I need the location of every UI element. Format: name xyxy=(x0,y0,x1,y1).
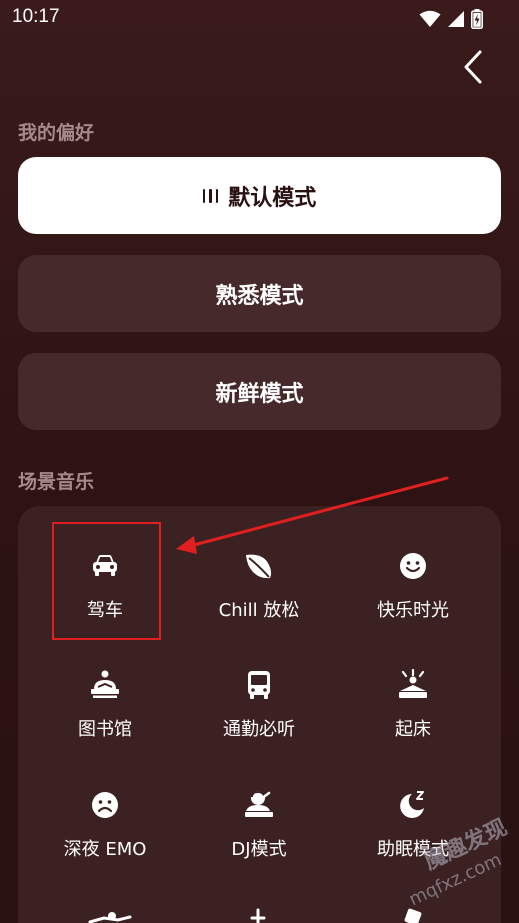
scene-item-dj-mode[interactable]: DJ模式 xyxy=(184,789,334,899)
dj-icon xyxy=(245,790,273,817)
familiar-mode-label: 熟悉模式 xyxy=(215,283,304,309)
smile-icon xyxy=(400,553,426,579)
scene-item-library[interactable]: 图书馆 xyxy=(30,669,180,779)
leaf-icon xyxy=(246,554,272,579)
scene-label: Chill 放松 xyxy=(218,600,300,621)
scene-item-commute[interactable]: 通勤必听 xyxy=(184,669,334,779)
scene-label: DJ模式 xyxy=(231,839,287,860)
moon-sleep-icon xyxy=(400,791,424,818)
scene-item-sleep-aid[interactable]: 助眠模式 xyxy=(338,789,488,899)
preferences-section-title: 我的偏好 xyxy=(18,122,95,144)
default-mode-label: 默认模式 xyxy=(228,185,317,211)
scene-item-wake-up[interactable]: 起床 xyxy=(338,669,488,779)
fresh-mode-button[interactable]: 新鲜模式 xyxy=(18,353,501,430)
scene-label: 起床 xyxy=(395,719,431,740)
scene-item-late-night-emo[interactable]: 深夜 EMO xyxy=(30,789,180,899)
reading-icon xyxy=(91,670,119,698)
sad-face-icon xyxy=(92,792,118,818)
scenes-section-title: 场景音乐 xyxy=(18,471,95,493)
status-icons xyxy=(419,9,483,29)
battery-icon xyxy=(471,9,483,29)
default-mode-button[interactable]: 默认模式 xyxy=(18,157,501,234)
scene-label: 快乐时光 xyxy=(377,600,449,621)
status-time: 10:17 xyxy=(12,6,60,27)
scene-item-happy-time[interactable]: 快乐时光 xyxy=(338,550,488,660)
familiar-mode-button[interactable]: 熟悉模式 xyxy=(18,255,501,332)
annotation-highlight-box xyxy=(52,522,161,640)
scene-label: 通勤必听 xyxy=(223,719,295,740)
wake-up-icon xyxy=(399,669,427,698)
scene-label: 助眠模式 xyxy=(377,839,449,860)
wifi-icon xyxy=(419,10,441,27)
screen: 10:17 我的偏好 默认模式 熟悉模式 新鲜模式 场景音乐 驾车 Chill … xyxy=(0,0,519,923)
scene-label: 图书馆 xyxy=(78,719,132,740)
status-bar: 10:17 xyxy=(0,0,519,36)
signal-icon xyxy=(448,11,464,27)
fresh-mode-label: 新鲜模式 xyxy=(215,381,304,407)
scene-item-chill[interactable]: Chill 放松 xyxy=(184,550,334,660)
playing-bars-icon xyxy=(202,188,219,203)
partial-row-icons xyxy=(88,908,422,923)
back-button[interactable] xyxy=(456,48,492,86)
scene-label: 深夜 EMO xyxy=(63,839,147,860)
bus-icon xyxy=(248,671,270,699)
chevron-left-icon xyxy=(464,50,482,84)
